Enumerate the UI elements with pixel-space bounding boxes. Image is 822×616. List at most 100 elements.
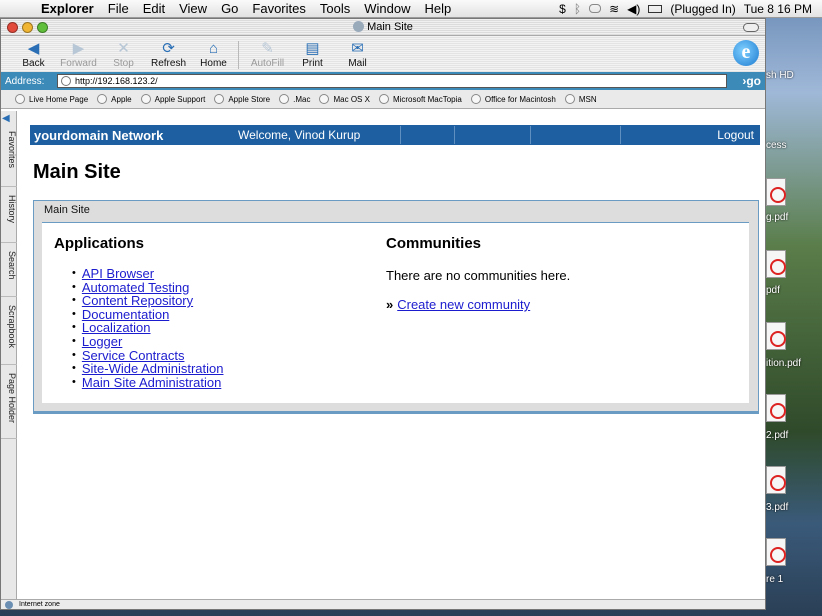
favorite-link[interactable]: .Mac	[279, 94, 310, 104]
stop-button[interactable]: ✕ Stop	[101, 40, 146, 69]
display-icon[interactable]	[589, 4, 602, 13]
app-link-site-wide-administration[interactable]: Site-Wide Administration	[82, 362, 224, 376]
sidetab-favorites[interactable]: Favorites	[1, 127, 17, 187]
menu-window[interactable]: Window	[357, 1, 417, 16]
back-arrow-icon: ◀	[27, 40, 40, 57]
list-item: Logger	[72, 335, 223, 349]
favorite-label: Apple	[111, 94, 132, 104]
menu-favorites[interactable]: Favorites	[245, 1, 312, 16]
favorite-link[interactable]: Apple	[97, 94, 132, 104]
desktop-label: re 1	[766, 574, 784, 585]
favorite-link[interactable]: Live Home Page	[15, 94, 88, 104]
favorite-label: .Mac	[293, 94, 311, 104]
menubar-clock[interactable]: Tue 8 16 PM	[744, 2, 812, 16]
portal-bottom-rule	[33, 412, 759, 414]
battery-icon[interactable]	[648, 4, 663, 13]
sidetab-page-holder[interactable]: Page Holder	[1, 369, 17, 439]
menu-file[interactable]: File	[101, 1, 136, 16]
toolbar-separator	[238, 41, 239, 69]
double-arrow-icon: »	[386, 297, 394, 312]
favorite-globe-icon	[279, 94, 290, 104]
explorer-bar-toggle-icon[interactable]: ◀	[2, 113, 15, 124]
desktop-label: 3.pdf	[766, 502, 789, 513]
address-url[interactable]: http://192.168.123.2/	[75, 76, 158, 86]
favorite-label: MSN	[578, 94, 597, 104]
app-link-logger[interactable]: Logger	[82, 335, 122, 349]
favorite-label: Office for Macintosh	[484, 94, 556, 104]
internet-explorer-logo-icon: e	[733, 40, 759, 66]
applications-list: API Browser Automated Testing Content Re…	[72, 267, 224, 390]
site-name[interactable]: yourdomain Network	[30, 128, 238, 143]
create-community-link[interactable]: Create new community	[397, 297, 530, 312]
pdf-file-icon[interactable]	[766, 538, 786, 566]
back-label: Back	[22, 58, 45, 69]
mail-button[interactable]: ✉ Mail	[335, 40, 380, 69]
page-content: yourdomain Network Welcome, Vinod Kurup …	[18, 111, 765, 599]
wifi-icon[interactable]: ≋	[609, 2, 619, 16]
header-nav-cell	[530, 126, 620, 144]
menu-help[interactable]: Help	[417, 1, 458, 16]
app-link-service-contracts[interactable]: Service Contracts	[82, 348, 185, 363]
page-title: Main Site	[33, 161, 121, 183]
favorite-link[interactable]: MSN	[564, 94, 597, 104]
favorite-link[interactable]: Mac OS X	[319, 94, 370, 104]
desktop-label: g.pdf	[766, 212, 789, 223]
header-nav-cells	[400, 126, 621, 144]
favorite-link[interactable]: Microsoft MacTopia	[378, 94, 462, 104]
print-button[interactable]: ▤ Print	[290, 40, 335, 69]
bluetooth-icon[interactable]: ᛒ	[574, 2, 581, 16]
home-label: Home	[200, 58, 227, 69]
favorite-globe-icon	[470, 94, 481, 104]
toolbar-toggle-icon[interactable]	[743, 22, 759, 32]
pdf-file-icon[interactable]	[766, 466, 786, 494]
pdf-file-icon[interactable]	[766, 250, 786, 278]
back-button[interactable]: ◀ Back	[11, 40, 56, 69]
app-link-content-repository[interactable]: Content Repository	[82, 294, 193, 308]
create-community-row: » Create new community	[386, 297, 530, 312]
page-globe-icon	[353, 21, 365, 32]
site-header-bar: yourdomain Network Welcome, Vinod Kurup …	[30, 125, 760, 145]
autofill-button[interactable]: ✎ AutoFill	[245, 40, 290, 69]
minimize-window-icon[interactable]	[22, 21, 33, 33]
home-button[interactable]: ⌂ Home	[191, 40, 236, 70]
forward-button[interactable]: ▶ Forward	[56, 40, 101, 69]
pdf-file-icon[interactable]	[766, 394, 786, 422]
favorite-link[interactable]: Office for Macintosh	[470, 94, 556, 104]
menu-tools[interactable]: Tools	[313, 1, 357, 16]
menu-view[interactable]: View	[172, 1, 214, 16]
menu-go[interactable]: Go	[214, 1, 245, 16]
app-link-localization[interactable]: Localization	[82, 321, 151, 335]
app-link-main-site-administration[interactable]: Main Site Administration	[82, 376, 221, 390]
favorite-label: Mac OS X	[333, 94, 370, 104]
address-label: Address:	[5, 75, 45, 87]
sidetab-search[interactable]: Search	[1, 247, 17, 297]
list-item: Content Repository	[72, 294, 223, 308]
autofill-pen-icon: ✎	[261, 40, 274, 57]
pdf-file-icon[interactable]	[766, 178, 786, 206]
volume-icon[interactable]: ◀)	[627, 2, 640, 16]
go-button[interactable]: ›go	[727, 74, 765, 88]
app-link-documentation[interactable]: Documentation	[82, 308, 169, 322]
app-link-api-browser[interactable]: API Browser	[82, 267, 154, 281]
close-window-icon[interactable]	[7, 21, 18, 33]
zoom-window-icon[interactable]	[37, 21, 48, 33]
portal-box: Main Site Applications API Browser Autom…	[33, 200, 759, 412]
favorite-link[interactable]: Apple Support	[140, 94, 205, 104]
favorite-link[interactable]: Apple Store	[214, 94, 270, 104]
mail-envelope-icon: ✉	[351, 40, 364, 57]
window-titlebar[interactable]: Main Site	[1, 19, 765, 36]
battery-status[interactable]: (Plugged In)	[670, 2, 735, 16]
script-menu-icon[interactable]: $	[559, 2, 566, 16]
menu-edit[interactable]: Edit	[136, 1, 172, 16]
pdf-file-icon[interactable]	[766, 322, 786, 350]
sidetab-history[interactable]: History	[1, 191, 17, 243]
desktop-label: pdf	[766, 285, 780, 296]
favorite-globe-icon	[378, 94, 389, 104]
sidetab-scrapbook[interactable]: Scrapbook	[1, 301, 17, 365]
refresh-label: Refresh	[150, 58, 186, 69]
menu-app-explorer[interactable]: Explorer	[34, 1, 101, 16]
app-link-automated-testing[interactable]: Automated Testing	[82, 280, 189, 295]
refresh-button[interactable]: ⟳ Refresh	[146, 40, 191, 69]
logout-link[interactable]: Logout	[717, 128, 760, 142]
address-field[interactable]: http://192.168.123.2/	[57, 74, 727, 88]
